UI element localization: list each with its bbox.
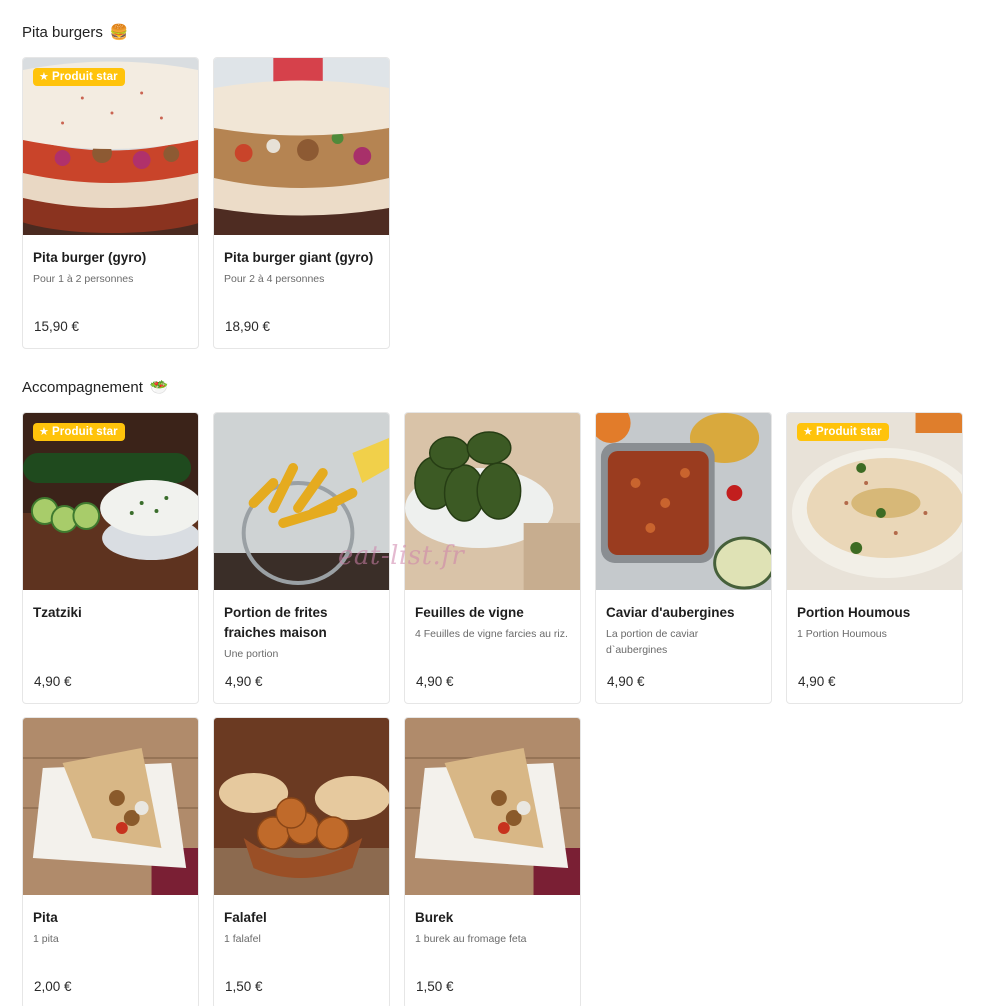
produit-star-badge: ★ Produit star [797,423,889,441]
item-description: Une portion [224,648,279,660]
menu-item-card[interactable]: Falafel 1 falafel 1,50 € [213,717,390,1006]
menu-item-card[interactable]: Pita 1 pita 2,00 € [22,717,199,1006]
produit-star-badge: ★ Produit star [33,423,125,441]
item-name: Caviar d'aubergines [606,605,735,620]
houmous-image: ★ Produit star [787,413,962,590]
item-description: 1 Portion Houmous [797,628,887,640]
item-description: 1 pita [33,933,59,945]
menu-item-card[interactable]: ★ Produit star Portion Houmous 1 Portion… [786,412,963,704]
caviar-aubergines-image [596,413,771,590]
star-icon: ★ [39,425,49,438]
menu-item-card[interactable]: ★ Produit star Pita burger (gyro) Pour 1… [22,57,199,349]
item-name: Burek [415,910,454,925]
item-price: 1,50 € [225,979,263,994]
item-name: Pita burger (gyro) [33,250,147,265]
item-name: Feuilles de vigne [415,605,524,620]
item-price: 4,90 € [416,674,454,689]
badge-label: Produit star [51,71,118,83]
item-description: 4 Feuilles de vigne farcies au riz. [415,628,568,640]
item-price: 4,90 € [225,674,263,689]
item-description: La portion de caviar d`aubergines [606,628,699,656]
item-price: 18,90 € [225,319,271,334]
section-title-text: Accompagnement [22,378,143,396]
item-price: 15,90 € [34,319,80,334]
falafel-image [214,718,389,895]
item-name: Falafel [224,910,267,925]
tzatziki-image: ★ Produit star [23,413,198,590]
section-title-accompagnement: Accompagnement 🥗 [22,378,169,397]
produit-star-badge: ★ Produit star [33,68,125,86]
item-name: Portion Houmous [797,605,911,620]
star-icon: ★ [803,425,813,438]
item-price: 2,00 € [34,979,72,994]
item-name: Tzatziki [33,605,82,620]
menu-item-card[interactable]: Caviar d'aubergines La portion de caviar… [595,412,772,704]
burek-image [405,718,580,895]
menu-item-card[interactable]: Pita burger giant (gyro) Pour 2 à 4 pers… [213,57,390,349]
star-icon: ★ [39,70,49,83]
watermark: eat-list.fr [338,541,465,571]
menu-item-card[interactable]: ★ Produit star Tzatziki 4,90 € [22,412,199,704]
item-name: Pita burger giant (gyro) [224,250,374,265]
menu-item-card[interactable]: Burek 1 burek au fromage feta 1,50 € [404,717,581,1006]
item-price: 4,90 € [798,674,836,689]
item-price: 4,90 € [607,674,645,689]
pita-burger-giant-image [214,58,389,235]
salad-emoji-icon: 🥗 [149,379,169,396]
burger-emoji-icon: 🍔 [109,24,129,41]
item-name: Pita [33,910,58,925]
item-price: 1,50 € [416,979,454,994]
badge-label: Produit star [815,426,882,438]
pita-burger-image: ★ Produit star [23,58,198,235]
badge-label: Produit star [51,426,118,438]
item-description: Pour 2 à 4 personnes [224,273,325,285]
pita-image [23,718,198,895]
section-title-text: Pita burgers [22,23,103,41]
item-price: 4,90 € [34,674,72,689]
item-description: 1 burek au fromage feta [415,933,527,945]
item-description: Pour 1 à 2 personnes [33,273,134,285]
section-title-pita-burgers: Pita burgers 🍔 [22,23,129,42]
item-description: 1 falafel [224,933,261,945]
item-name: Portion de frites fraiches maison [224,605,328,640]
